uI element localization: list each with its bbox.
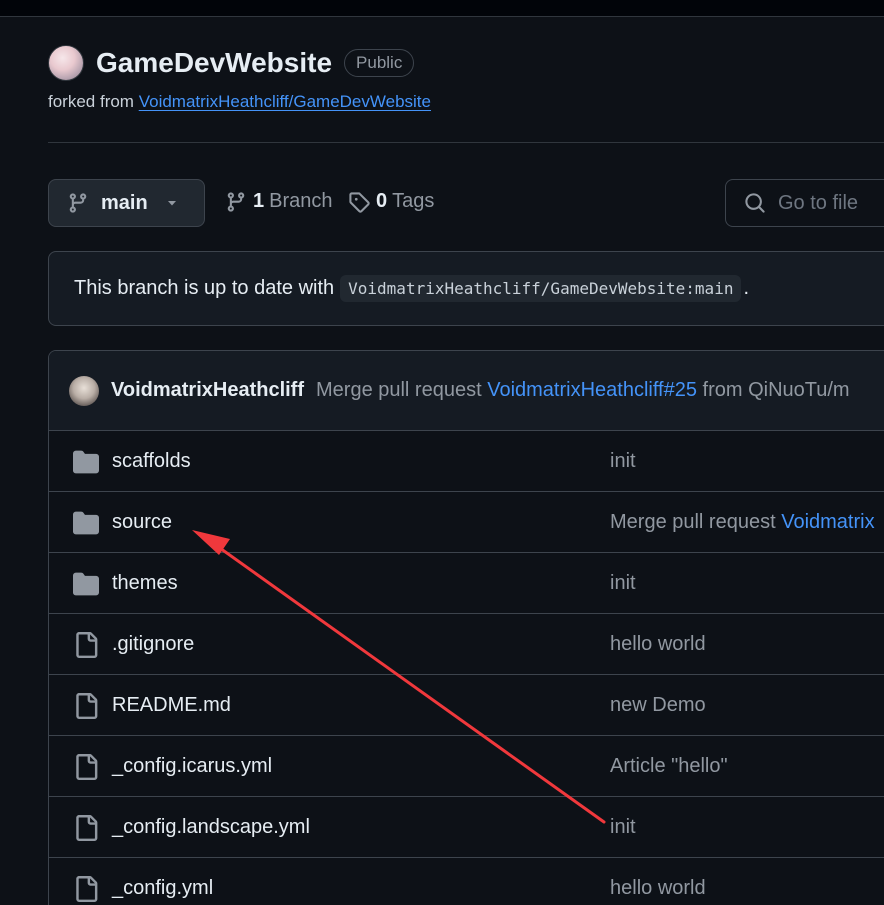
git-branch-icon	[227, 191, 245, 212]
top-bar	[0, 0, 884, 17]
file-icon	[73, 754, 99, 780]
file-commit-message-text: init	[610, 815, 636, 838]
upstream-ref: VoidmatrixHeathcliff/GameDevWebsite:main	[340, 275, 742, 302]
commit-message[interactable]: Merge pull request VoidmatrixHeathcliff#…	[316, 379, 850, 402]
file-commit-message[interactable]: hello world	[610, 877, 706, 900]
commit-author[interactable]: VoidmatrixHeathcliff	[111, 379, 304, 402]
commit-author-avatar[interactable]	[69, 375, 99, 406]
repo-header: GameDevWebsite Public	[48, 45, 415, 81]
file-row[interactable]: themes init	[49, 553, 884, 614]
file-commit-message-text: new Demo	[610, 693, 706, 716]
file-row[interactable]: _config.landscape.yml init	[49, 797, 884, 858]
caret-down-icon	[167, 201, 176, 206]
banner-suffix: .	[743, 277, 750, 299]
tag-icon	[349, 191, 370, 213]
header-divider	[48, 142, 884, 143]
file-name-link[interactable]: _config.yml	[112, 877, 213, 900]
file-commit-message[interactable]: new Demo	[610, 694, 706, 717]
file-name-link[interactable]: .gitignore	[112, 633, 194, 656]
file-commit-pr-link[interactable]: Voidmatrix	[781, 511, 874, 533]
repo-name[interactable]: GameDevWebsite	[96, 47, 332, 79]
file-name-link[interactable]: README.md	[112, 694, 231, 717]
file-name-link[interactable]: themes	[112, 572, 178, 595]
file-row[interactable]: _config.yml hello world	[49, 858, 884, 905]
forked-prefix: forked from	[48, 92, 134, 111]
search-icon	[745, 193, 765, 213]
file-icon	[73, 815, 99, 841]
file-table: VoidmatrixHeathcliff Merge pull request …	[48, 350, 884, 905]
branches-link[interactable]: 1 Branch	[225, 190, 333, 213]
commit-message-suffix: from QiNuoTu/m	[702, 379, 850, 401]
file-commit-message[interactable]: init	[610, 816, 636, 839]
file-row[interactable]: README.md new Demo	[49, 675, 884, 736]
github-repo-page: GameDevWebsite Public forked from Voidma…	[0, 0, 884, 905]
file-row[interactable]: _config.icarus.yml Article "hello"	[49, 736, 884, 797]
file-commit-message[interactable]: init	[610, 572, 636, 595]
file-name-link[interactable]: _config.landscape.yml	[112, 816, 310, 839]
folder-icon	[73, 449, 99, 475]
file-commit-message[interactable]: Merge pull request Voidmatrix	[610, 511, 875, 534]
file-commit-message-text: hello world	[610, 632, 706, 655]
folder-icon	[73, 510, 99, 536]
file-icon	[73, 876, 99, 902]
commit-pr-link[interactable]: VoidmatrixHeathcliff#25	[487, 379, 697, 401]
file-commit-message-text: Article "hello"	[610, 754, 728, 777]
tag-count-label: Tags	[392, 190, 435, 212]
file-icon	[73, 632, 99, 658]
branch-select-button[interactable]: main	[48, 179, 205, 227]
forked-from-line: forked from VoidmatrixHeathcliff/GameDev…	[48, 92, 431, 112]
go-to-file-placeholder: Go to file	[778, 191, 859, 214]
go-to-file-input[interactable]: Go to file	[725, 179, 884, 227]
tag-count: 0	[376, 190, 388, 212]
file-row[interactable]: source Merge pull request Voidmatrix	[49, 492, 884, 553]
file-commit-message-text: init	[610, 571, 636, 594]
file-name-link[interactable]: source	[112, 511, 172, 534]
folder-icon	[73, 571, 99, 597]
file-name-link[interactable]: scaffolds	[112, 450, 191, 473]
branch-count-label: Branch	[269, 190, 333, 212]
branch-status-banner: This branch is up to date with Voidmatri…	[48, 251, 884, 326]
branch-count: 1	[253, 190, 265, 212]
tags-link[interactable]: 0 Tags	[348, 190, 434, 213]
branch-name: main	[101, 191, 148, 214]
commit-message-prefix: Merge pull request	[316, 379, 482, 401]
file-list: scaffolds init source Merge pull request Vo…	[49, 431, 884, 905]
file-commit-message-text: hello world	[610, 876, 706, 899]
latest-commit-row: VoidmatrixHeathcliff Merge pull request …	[49, 351, 884, 431]
owner-avatar[interactable]	[48, 45, 84, 81]
file-row[interactable]: .gitignore hello world	[49, 614, 884, 675]
file-commit-message[interactable]: Article "hello"	[610, 755, 728, 778]
file-commit-message-text: init	[610, 449, 636, 472]
git-branch-icon	[69, 193, 87, 213]
visibility-badge: Public	[344, 49, 415, 77]
banner-text: This branch is up to date with	[74, 277, 335, 299]
file-row[interactable]: scaffolds init	[49, 431, 884, 492]
forked-from-link[interactable]: VoidmatrixHeathcliff/GameDevWebsite	[139, 92, 431, 111]
file-commit-message[interactable]: init	[610, 450, 636, 473]
file-commit-message-text: Merge pull request	[610, 510, 782, 533]
file-name-link[interactable]: _config.icarus.yml	[112, 755, 272, 778]
file-commit-message[interactable]: hello world	[610, 633, 706, 656]
file-icon	[73, 693, 99, 719]
